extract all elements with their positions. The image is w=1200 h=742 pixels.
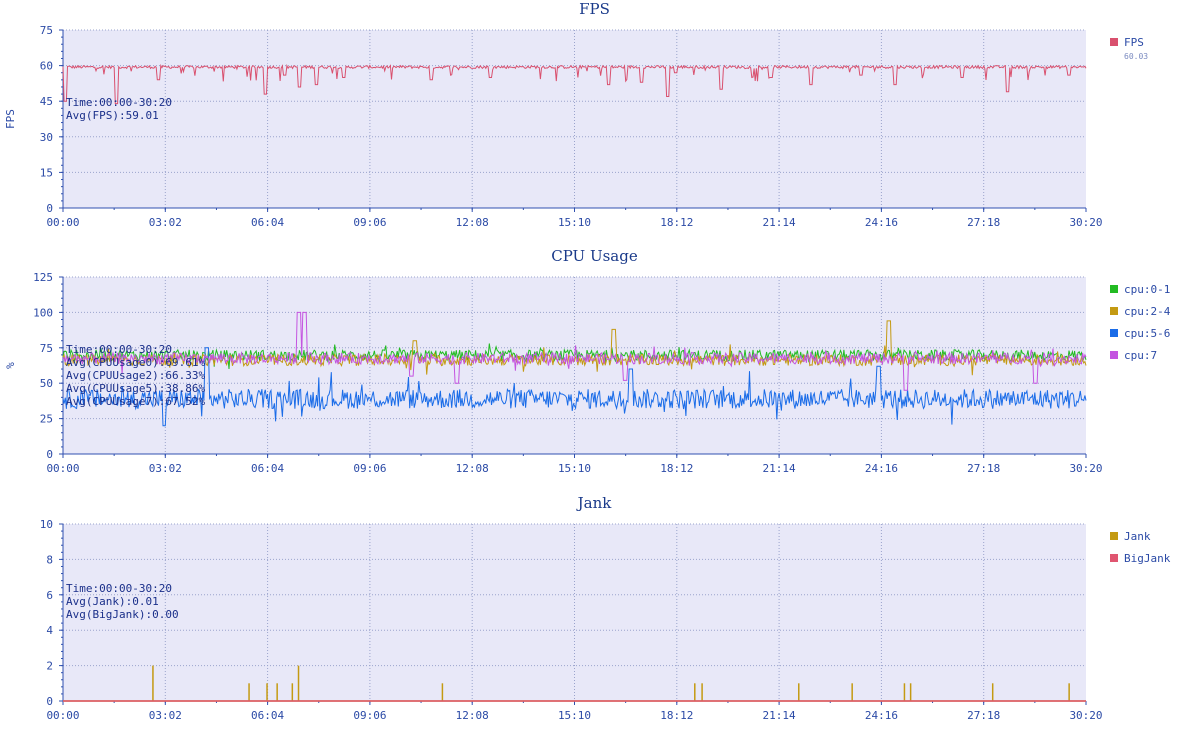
- annotation-text: Avg(CPUUsage5):38.86%: [66, 382, 205, 395]
- legend-label: cpu:2-4: [1124, 305, 1171, 318]
- legend-label: cpu:7: [1124, 349, 1157, 362]
- y-tick-label: 60: [40, 60, 53, 73]
- y-tick-label: 30: [40, 131, 53, 144]
- x-tick-label: 21:14: [763, 709, 796, 722]
- plot-area: [63, 30, 1086, 208]
- x-tick-label: 09:06: [353, 216, 386, 229]
- chart-title: FPS: [579, 0, 610, 18]
- x-tick-label: 06:04: [251, 216, 284, 229]
- chart-title: CPU Usage: [551, 247, 638, 265]
- annotation-text: Time:00:00-30:20: [66, 343, 172, 356]
- x-tick-label: 24:16: [865, 216, 898, 229]
- x-tick-label: 18:12: [660, 216, 693, 229]
- annotation-text: Time:00:00-30:20: [66, 582, 172, 595]
- x-tick-label: 03:02: [149, 216, 182, 229]
- x-tick-label: 03:02: [149, 462, 182, 475]
- y-tick-label: 0: [46, 448, 53, 461]
- x-tick-label: 15:10: [558, 709, 591, 722]
- x-tick-label: 12:08: [456, 216, 489, 229]
- annotation-text: Avg(CPUUsage7):67.52%: [66, 395, 205, 408]
- y-tick-label: 6: [46, 589, 53, 602]
- x-tick-label: 30:20: [1069, 216, 1102, 229]
- annotation-text: Avg(CPUUsage2):66.33%: [66, 369, 205, 382]
- x-tick-label: 03:02: [149, 709, 182, 722]
- x-tick-label: 27:18: [967, 216, 1000, 229]
- y-axis-label: %: [4, 362, 17, 369]
- y-tick-label: 0: [46, 202, 53, 215]
- chart-cpu: 0 25 50 75 100 125 00:00 03:02 06:04 09:06 12:08 15…: [4, 247, 1171, 475]
- chart-jank: 0 2 4 6 8 10 00:00 03:02 06:04 09:06 12:08 15:10 18:…: [40, 494, 1171, 722]
- x-tick-label: 30:20: [1069, 709, 1102, 722]
- annotation-text: Avg(Jank):0.01: [66, 595, 159, 608]
- legend-swatch: [1110, 329, 1118, 337]
- x-tick-label: 00:00: [46, 709, 79, 722]
- x-tick-label: 00:00: [46, 216, 79, 229]
- y-tick-label: 75: [40, 24, 53, 37]
- x-tick-label: 00:00: [46, 462, 79, 475]
- x-tick-label: 30:20: [1069, 462, 1102, 475]
- legend-label: cpu:5-6: [1124, 327, 1170, 340]
- x-tick-label: 21:14: [763, 462, 796, 475]
- x-tick-label: 24:16: [865, 462, 898, 475]
- x-tick-label: 18:12: [660, 709, 693, 722]
- x-tick-label: 09:06: [353, 709, 386, 722]
- y-tick-label: 125: [33, 271, 53, 284]
- legend-swatch: [1110, 351, 1118, 359]
- legend-sublabel: 60.03: [1124, 52, 1148, 61]
- annotation-text: Avg(CPUUsage0):69.61%: [66, 356, 205, 369]
- annotation-text: Avg(FPS):59.01: [66, 109, 159, 122]
- y-tick-label: 45: [40, 95, 53, 108]
- y-tick-label: 75: [40, 342, 53, 355]
- x-tick-label: 24:16: [865, 709, 898, 722]
- annotation-text: Time:00:00-30:20: [66, 96, 172, 109]
- y-tick-label: 4: [46, 624, 53, 637]
- y-tick-label: 50: [40, 377, 53, 390]
- y-tick-label: 2: [46, 660, 53, 673]
- y-axis-label: FPS: [4, 109, 17, 129]
- x-tick-label: 21:14: [763, 216, 796, 229]
- y-tick-label: 0: [46, 695, 53, 708]
- legend-label: FPS: [1124, 36, 1144, 49]
- x-tick-label: 06:04: [251, 709, 284, 722]
- x-tick-label: 12:08: [456, 709, 489, 722]
- performance-charts: 0153045607500:00 03:02 06:04 09:06 12:08 15:1…: [4, 0, 1171, 722]
- legend-swatch: [1110, 285, 1118, 293]
- legend-label: Jank: [1124, 530, 1151, 543]
- x-tick-label: 27:18: [967, 462, 1000, 475]
- x-tick-label: 06:04: [251, 462, 284, 475]
- legend-swatch: [1110, 38, 1118, 46]
- legend-swatch: [1110, 554, 1118, 562]
- annotation-text: Avg(BigJank):0.00: [66, 608, 179, 621]
- y-tick-label: 15: [40, 166, 53, 179]
- x-tick-label: 15:10: [558, 216, 591, 229]
- y-tick-label: 100: [33, 306, 53, 319]
- x-tick-label: 12:08: [456, 462, 489, 475]
- y-tick-label: 8: [46, 553, 53, 566]
- chart-fps: 0 15 30 45 60 75 00:00 03:02 06:04 09:06 12:08 15:1…: [4, 0, 1148, 229]
- legend-swatch: [1110, 307, 1118, 315]
- x-tick-label: 09:06: [353, 462, 386, 475]
- y-tick-label: 25: [40, 413, 53, 426]
- legend-label: BigJank: [1124, 552, 1171, 565]
- x-tick-label: 18:12: [660, 462, 693, 475]
- legend-swatch: [1110, 532, 1118, 540]
- legend-label: cpu:0-1: [1124, 283, 1170, 296]
- x-tick-label: 15:10: [558, 462, 591, 475]
- x-tick-label: 27:18: [967, 709, 1000, 722]
- chart-title: Jank: [576, 494, 613, 512]
- y-tick-label: 10: [40, 518, 53, 531]
